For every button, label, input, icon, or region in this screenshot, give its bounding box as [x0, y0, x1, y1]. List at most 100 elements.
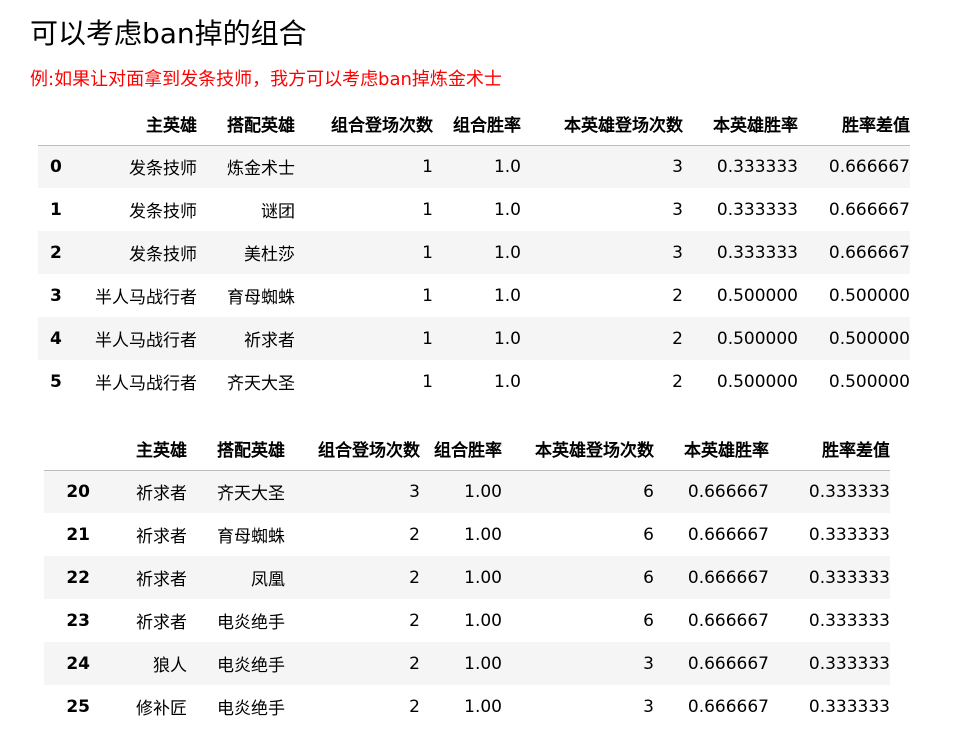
- table-row: 1 发条技师 谜团 1 1.0 3 0.333333 0.666667: [38, 188, 910, 231]
- table-cell: 0.333333: [808, 653, 890, 674]
- table-cell: 0.500000: [716, 328, 798, 349]
- table-cell: 1.0: [493, 328, 521, 349]
- table-cell: 祈求者: [136, 527, 187, 547]
- column-header: 搭配英雄: [197, 102, 295, 146]
- column-header: 组合胜率: [433, 102, 521, 146]
- table-cell: 发条技师: [129, 202, 197, 222]
- page-title: 可以考虑ban掉的组合: [30, 17, 307, 50]
- table-cell: 3: [643, 696, 654, 717]
- table-cell: 0.666667: [687, 610, 769, 631]
- table-row: 23 祈求者 电炎绝手 2 1.00 6 0.666667 0.333333: [44, 599, 890, 642]
- row-index: 2: [50, 242, 62, 263]
- table-cell: 1.00: [464, 524, 502, 545]
- table-row: 25 修补匠 电炎绝手 2 1.00 3 0.666667 0.333333: [44, 685, 890, 728]
- table-cell: 0.500000: [828, 371, 910, 392]
- table-cell: 0.666667: [828, 156, 910, 177]
- column-header: 主英雄: [78, 102, 197, 146]
- table-body: 0 发条技师 炼金术士 1 1.0 3 0.333333 0.666667 1 发条技师 谜团 1 1.…: [38, 145, 910, 403]
- table-cell: 1.0: [493, 156, 521, 177]
- table-cell: 0.666667: [687, 481, 769, 502]
- table-cell: 0.500000: [828, 328, 910, 349]
- table-cell: 育母蜘蛛: [227, 288, 295, 308]
- table-cell: 3: [672, 242, 683, 263]
- table-cell: 0.333333: [716, 156, 798, 177]
- table-cell: 1: [422, 328, 433, 349]
- table-header: 主英雄 搭配英雄 组合登场次数 组合胜率 本英雄登场次数 本英雄胜率 胜率差值: [38, 102, 910, 146]
- row-index: 4: [50, 328, 62, 349]
- table-cell: 3: [672, 199, 683, 220]
- column-header: 本英雄登场次数: [521, 102, 683, 146]
- row-index: 23: [66, 610, 90, 631]
- table-cell: 0.666667: [828, 199, 910, 220]
- table-cell: 1.00: [464, 653, 502, 674]
- dataframe-table-1: 主英雄 搭配英雄 组合登场次数 组合胜率 本英雄登场次数 本英雄胜率 胜率差值 0 发条技师 炼…: [38, 102, 910, 403]
- table-cell: 电炎绝手: [217, 613, 285, 633]
- column-header: 组合登场次数: [285, 427, 420, 471]
- table-cell: 2: [672, 371, 683, 392]
- table-cell: 6: [643, 567, 654, 588]
- column-header: 本英雄胜率: [654, 427, 769, 471]
- table-cell: 谜团: [261, 202, 295, 222]
- header-row: 主英雄 搭配英雄 组合登场次数 组合胜率 本英雄登场次数 本英雄胜率 胜率差值: [38, 102, 910, 146]
- table-cell: 2: [409, 653, 420, 674]
- table-cell: 0.666667: [687, 524, 769, 545]
- table-row: 21 祈求者 育母蜘蛛 2 1.00 6 0.666667 0.333333: [44, 513, 890, 556]
- table-cell: 0.333333: [716, 199, 798, 220]
- table-cell: 育母蜘蛛: [217, 527, 285, 547]
- table-cell: 1: [422, 199, 433, 220]
- table-cell: 2: [409, 524, 420, 545]
- table-cell: 电炎绝手: [217, 699, 285, 719]
- table-cell: 1.0: [493, 285, 521, 306]
- table-cell: 0.666667: [687, 653, 769, 674]
- table-cell: 祈求者: [136, 570, 187, 590]
- column-header: 组合胜率: [420, 427, 502, 471]
- column-header: 本英雄登场次数: [502, 427, 654, 471]
- table-cell: 1.00: [464, 610, 502, 631]
- table-cell: 0.666667: [687, 567, 769, 588]
- table-cell: 0.666667: [687, 696, 769, 717]
- table-cell: 1: [422, 371, 433, 392]
- table-cell: 2: [672, 328, 683, 349]
- table-cell: 3: [643, 653, 654, 674]
- table-cell: 齐天大圣: [217, 484, 285, 505]
- table-row: 2 发条技师 美杜莎 1 1.0 3 0.333333 0.666667: [38, 231, 910, 274]
- table-cell: 1.00: [464, 567, 502, 588]
- table-cell: 0.333333: [716, 242, 798, 263]
- table-cell: 2: [409, 610, 420, 631]
- table-cell: 狼人: [153, 656, 187, 676]
- table-cell: 1.0: [493, 371, 521, 392]
- table-cell: 半人马战行者: [95, 288, 197, 308]
- table-cell: 发条技师: [129, 245, 197, 265]
- table-row: 3 半人马战行者 育母蜘蛛 1 1.0 2 0.500000 0.500000: [38, 274, 910, 317]
- table-cell: 0.333333: [808, 696, 890, 717]
- row-index: 20: [66, 481, 90, 502]
- row-index: 3: [50, 285, 62, 306]
- column-header: 组合登场次数: [295, 102, 433, 146]
- table-cell: 2: [409, 567, 420, 588]
- table-cell: 发条技师: [129, 159, 197, 180]
- column-header: 本英雄胜率: [683, 102, 798, 146]
- index-header: [44, 427, 90, 471]
- table-cell: 美杜莎: [244, 245, 295, 265]
- table-cell: 2: [672, 285, 683, 306]
- example-note: 例:如果让对面拿到发条技师，我方可以考虑ban掉炼金术士: [30, 69, 502, 90]
- table-cell: 1.0: [493, 199, 521, 220]
- table-cell: 祈求者: [136, 484, 187, 505]
- table-body: 20 祈求者 齐天大圣 3 1.00 6 0.666667 0.333333 21 祈求者 育母蜘蛛…: [44, 470, 890, 728]
- table-cell: 3: [409, 481, 420, 502]
- table-row: 22 祈求者 凤凰 2 1.00 6 0.666667 0.333333: [44, 556, 890, 599]
- row-index: 5: [50, 371, 62, 392]
- row-index: 22: [66, 567, 90, 588]
- table-cell: 祈求者: [244, 331, 295, 351]
- table-row: 5 半人马战行者 齐天大圣 1 1.0 2 0.500000 0.500000: [38, 360, 910, 403]
- table-cell: 1: [422, 156, 433, 177]
- index-header: [38, 102, 78, 146]
- table-cell: 1.00: [464, 696, 502, 717]
- table-cell: 0.333333: [808, 524, 890, 545]
- table-cell: 半人马战行者: [95, 374, 197, 394]
- table-cell: 半人马战行者: [95, 331, 197, 351]
- table-cell: 0.500000: [828, 285, 910, 306]
- table-cell: 2: [409, 696, 420, 717]
- table-row: 24 狼人 电炎绝手 2 1.00 3 0.666667 0.333333: [44, 642, 890, 685]
- header-row: 主英雄 搭配英雄 组合登场次数 组合胜率 本英雄登场次数 本英雄胜率 胜率差值: [44, 427, 890, 471]
